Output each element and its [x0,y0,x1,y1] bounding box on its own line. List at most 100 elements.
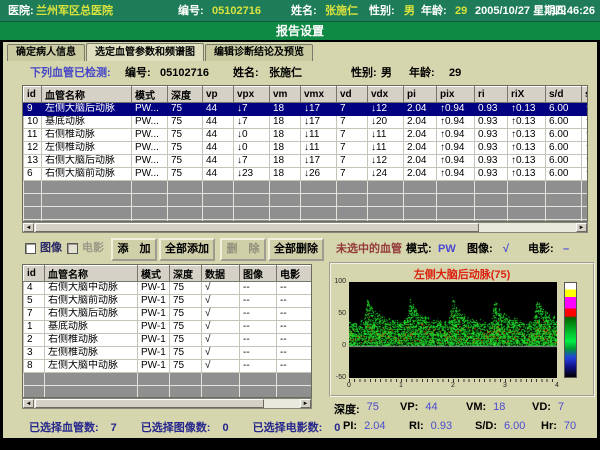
table-cell[interactable]: ↓7 [234,116,270,129]
table-cell[interactable]: 7 [337,142,368,155]
table-cell[interactable]: PW-1 [138,347,170,360]
table-cell[interactable]: ↑0.13 [508,142,546,155]
table-cell[interactable]: PW-1 [138,308,170,321]
table-cell[interactable]: 2.04 [404,155,437,168]
scroll-right-button[interactable]: ► [300,399,311,408]
table-cell[interactable]: -- [240,321,277,334]
table-cell[interactable]: ↓12 [368,103,404,116]
table-cell[interactable]: 右侧大脑后动脉 [45,308,138,321]
table-cell[interactable]: 7 [337,155,368,168]
table-row[interactable]: 8左侧大脑中动脉PW-175√---- [24,360,312,373]
add-button[interactable]: 添 加 [111,238,157,261]
table-row[interactable]: 2右侧椎动脉PW-175√---- [24,334,312,347]
table-cell[interactable]: 75 [170,360,202,373]
table-row[interactable]: 11右侧椎动脉PW...7544↓018↓117↓112.04↑0.940.93… [24,129,589,142]
table-cell[interactable]: 5 [24,295,45,308]
table-row[interactable]: 6右侧大脑前动脉PW...7544↓2318↓267↓242.04↑0.940.… [24,168,589,181]
table-cell[interactable]: ↓26 [301,168,337,181]
table-cell[interactable]: ↑0.94 [437,168,475,181]
scroll-track[interactable] [34,399,300,408]
scroll-left-button[interactable]: ◄ [23,399,34,408]
table-cell[interactable]: 75 [168,168,203,181]
table-cell[interactable]: ↑0.94 [437,129,475,142]
table-cell[interactable]: -- [240,347,277,360]
table-cell[interactable]: ↓7 [234,155,270,168]
table-cell[interactable]: ↑ [582,129,589,142]
table-cell[interactable]: ↓11 [368,142,404,155]
table-cell[interactable]: 3 [24,347,45,360]
table-cell[interactable]: 右侧大脑中动脉 [45,282,138,295]
table-cell[interactable]: 右侧椎动脉 [45,334,138,347]
table-cell[interactable]: 0.93 [475,116,508,129]
add-all-button[interactable]: 全部添加 [159,238,215,261]
table-cell[interactable]: 6.00 [546,168,582,181]
table-cell[interactable]: √ [202,282,240,295]
table-cell[interactable]: 44 [203,116,234,129]
table-cell[interactable]: PW-1 [138,334,170,347]
table-row[interactable]: 9左侧大脑后动脉PW...7544↓718↓177↓122.04↑0.940.9… [24,103,589,116]
detected-table-hscrollbar[interactable]: ◄ ► [22,222,588,233]
table-cell[interactable]: 75 [170,308,202,321]
table-cell[interactable]: 右侧大脑后动脉 [42,155,132,168]
table-cell[interactable]: 左侧椎动脉 [42,142,132,155]
table-cell[interactable]: ↓17 [301,155,337,168]
table-cell[interactable]: 44 [203,103,234,116]
table-cell[interactable]: 0.93 [475,168,508,181]
table-cell[interactable]: 75 [168,129,203,142]
table-cell[interactable]: -- [277,295,312,308]
table-cell[interactable]: 75 [170,295,202,308]
table-cell[interactable]: 75 [170,347,202,360]
table-cell[interactable]: √ [202,360,240,373]
table-cell[interactable]: 7 [337,103,368,116]
table-cell[interactable]: 右侧椎动脉 [42,129,132,142]
table-cell[interactable]: 75 [170,282,202,295]
table-cell[interactable]: 44 [203,142,234,155]
table-cell[interactable]: ↓7 [234,103,270,116]
table-cell[interactable]: 右侧大脑前动脉 [45,295,138,308]
table-cell[interactable]: 2.04 [404,142,437,155]
table-cell[interactable]: 2.04 [404,129,437,142]
image-checkbox[interactable] [25,243,36,254]
table-cell[interactable]: 7 [337,129,368,142]
table-cell[interactable]: ↑0.13 [508,155,546,168]
table-cell[interactable]: 2.04 [404,116,437,129]
table-cell[interactable]: -- [240,282,277,295]
table-cell[interactable]: 2.04 [404,103,437,116]
table-cell[interactable]: ↑ [582,168,589,181]
table-row[interactable]: 10基底动脉PW...7544↓718↓177↓202.04↑0.940.93↑… [24,116,589,129]
table-cell[interactable]: PW... [132,168,168,181]
table-cell[interactable]: -- [277,282,312,295]
table-cell[interactable]: 44 [203,129,234,142]
table-cell[interactable]: ↓11 [301,129,337,142]
table-cell[interactable]: -- [240,295,277,308]
table-cell[interactable]: ↑0.13 [508,168,546,181]
table-cell[interactable]: ↓20 [368,116,404,129]
table-cell[interactable]: PW-1 [138,360,170,373]
table-row[interactable]: 13右侧大脑后动脉PW...7544↓718↓177↓122.04↑0.940.… [24,155,589,168]
table-cell[interactable]: 18 [270,103,301,116]
table-cell[interactable]: 12 [24,142,42,155]
table-cell[interactable]: 18 [270,168,301,181]
table-cell[interactable]: 18 [270,155,301,168]
table-cell[interactable]: √ [202,334,240,347]
table-cell[interactable]: -- [277,347,312,360]
table-cell[interactable]: 18 [270,142,301,155]
table-cell[interactable]: 右侧大脑前动脉 [42,168,132,181]
table-cell[interactable]: PW-1 [138,295,170,308]
table-cell[interactable]: 0.93 [475,129,508,142]
table-cell[interactable]: 18 [270,129,301,142]
table-cell[interactable]: ↓0 [234,142,270,155]
table-cell[interactable]: ↑ [582,142,589,155]
table-cell[interactable]: ↑0.94 [437,155,475,168]
table-cell[interactable]: √ [202,308,240,321]
table-cell[interactable]: 6 [24,168,42,181]
table-cell[interactable]: 44 [203,168,234,181]
table-cell[interactable]: -- [240,360,277,373]
table-cell[interactable]: PW... [132,129,168,142]
selected-table-hscrollbar[interactable]: ◄ ► [22,398,312,409]
table-cell[interactable]: √ [202,295,240,308]
table-cell[interactable]: 44 [203,155,234,168]
table-cell[interactable]: 6.00 [546,103,582,116]
table-cell[interactable]: 75 [168,116,203,129]
table-cell[interactable]: ↑ [582,103,589,116]
